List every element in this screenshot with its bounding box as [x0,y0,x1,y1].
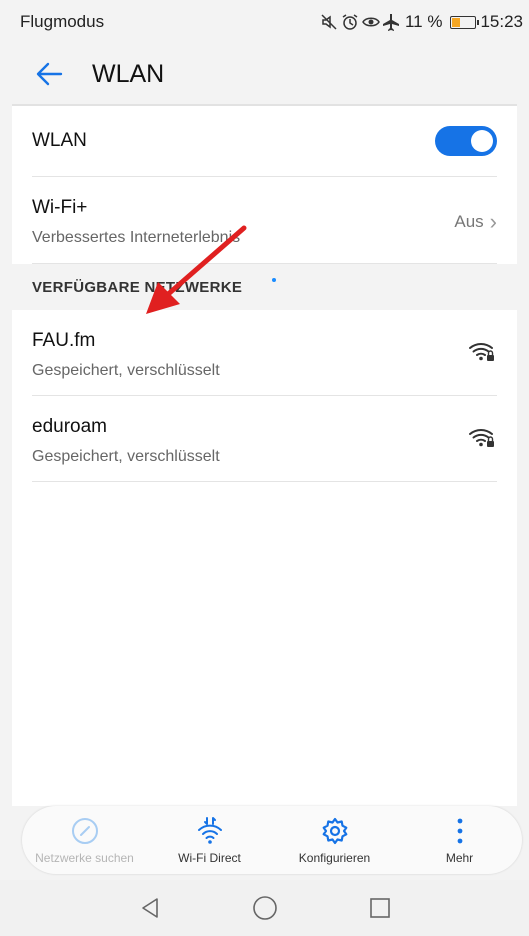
wifi-direct-label: Wi-Fi Direct [178,851,241,865]
scan-networks-button[interactable]: Netzwerke suchen [25,815,145,865]
more-icon [457,818,462,844]
network-item[interactable]: FAU.fm Gespeichert, verschlüsselt [32,310,497,396]
wifi-plus-subtitle: Verbessertes Interneterlebnis [32,229,241,246]
network-name: eduroam [32,416,107,437]
network-status: Gespeichert, verschlüsselt [32,448,220,465]
wlan-toggle-switch[interactable] [435,126,497,156]
eye-comfort-icon [362,17,380,27]
page-title: WLAN [92,59,165,88]
alarm-icon [342,14,358,30]
nav-home-icon[interactable] [252,895,278,921]
nav-recents-icon[interactable] [368,896,392,920]
toggle-knob [471,130,493,152]
status-time: 15:23 [480,12,523,31]
more-button[interactable]: Mehr [400,815,520,865]
wifi-plus-value: Aus › [454,211,497,233]
app-bar: WLAN [0,44,529,104]
settings-list: WLAN Wi-Fi+ Verbessertes Interneterlebni… [12,106,517,806]
status-bar: Flugmodus 11 % 15:23 [0,0,529,44]
status-icons [320,13,401,31]
more-label: Mehr [445,851,474,865]
bottom-toolbar: Netzwerke suchen Wi-Fi Direct Konfigurie… [22,806,522,874]
status-right: 11 % 15:23 [320,12,523,32]
status-mode-label: Flugmodus [20,12,105,31]
scan-networks-label: Netzwerke suchen [35,851,134,865]
available-networks-header: VERFÜGBARE NETZWERKE [12,264,517,310]
wifi-direct-button[interactable]: Wi-Fi Direct [150,815,270,865]
wifi-direct-icon [197,817,222,844]
wlan-toggle-label: WLAN [32,130,87,151]
nav-back-icon[interactable] [138,896,162,920]
back-arrow-icon[interactable] [34,59,64,89]
configure-button[interactable]: Konfigurieren [275,815,395,865]
wifi-plus-row[interactable]: Wi-Fi+ Verbessertes Interneterlebnis Aus… [32,177,497,264]
airplane-icon [382,14,399,31]
configure-label: Konfigurieren [298,851,371,865]
wlan-toggle-row[interactable]: WLAN [32,106,497,177]
scanning-dot-indicator [272,278,276,282]
battery-icon [450,15,480,29]
system-nav-bar [0,880,529,936]
network-item[interactable]: eduroam Gespeichert, verschlüsselt [32,396,497,482]
wifi-plus-label: Wi-Fi+ [32,197,88,218]
wifi-plus-value-text: Aus [454,212,484,231]
network-status: Gespeichert, verschlüsselt [32,362,220,379]
scan-icon [71,818,98,844]
section-header-label: VERFÜGBARE NETZWERKE [32,278,243,296]
wifi-lock-icon [469,429,494,447]
battery-percent: 11 % [404,12,443,31]
chevron-right-icon: › [489,209,497,234]
mute-icon [321,14,337,30]
wifi-lock-icon [469,343,494,361]
gear-icon [322,817,347,845]
network-name: FAU.fm [32,330,96,351]
